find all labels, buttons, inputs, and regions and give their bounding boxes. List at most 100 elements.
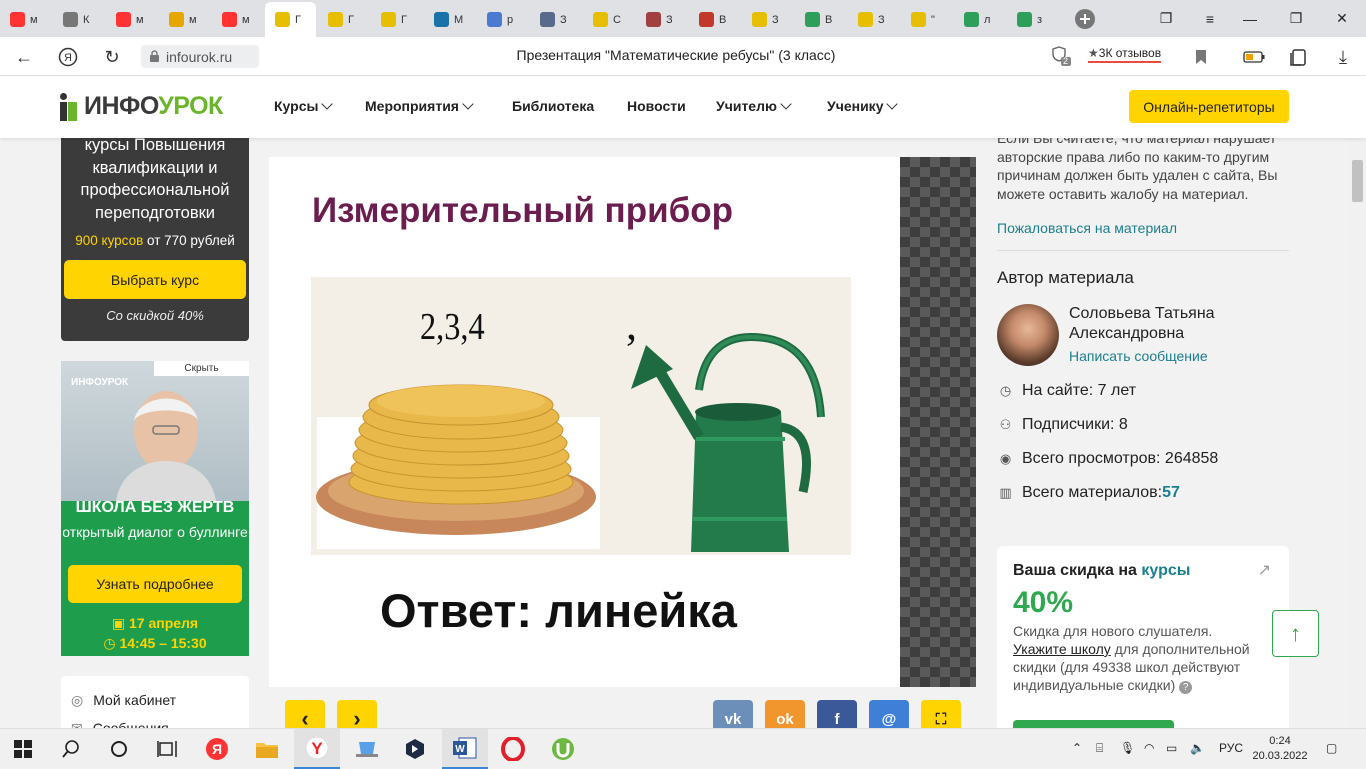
share-ok-button[interactable]: ok xyxy=(765,700,805,728)
battery-icon: ▭ xyxy=(1166,741,1178,755)
menu-item-label: Мой кабинет xyxy=(93,692,177,708)
browser-tab[interactable]: м xyxy=(159,6,210,33)
network-button[interactable]: ◠ xyxy=(1144,741,1154,755)
scrollbar-thumb[interactable] xyxy=(1352,160,1363,202)
specify-school-link[interactable]: Укажите школу xyxy=(1013,641,1111,657)
share-vk-button[interactable]: vk xyxy=(713,700,753,728)
courses-ad[interactable]: курсы Повышения квалификации и профессио… xyxy=(61,138,249,341)
browser-tab[interactable]: " xyxy=(901,6,952,33)
online-tutors-button[interactable]: Онлайн-репетиторы xyxy=(1129,90,1289,123)
discount-card: Ваша скидка на курсы ↗ 40% Скидка для но… xyxy=(997,546,1289,728)
menu-item-cabinet[interactable]: ◎ Мой кабинет xyxy=(71,686,249,714)
external-link-icon[interactable]: ↗ xyxy=(1258,560,1271,580)
taskbar-yandex[interactable]: Я xyxy=(194,729,240,769)
taskbar-app-dark[interactable] xyxy=(392,729,438,769)
browser-tab[interactable]: м xyxy=(0,6,51,33)
nav-teacher[interactable]: Учителю xyxy=(716,98,792,114)
clock-icon: ◷ xyxy=(999,383,1012,398)
start-button[interactable] xyxy=(0,729,46,769)
browser-tab[interactable]: М xyxy=(424,6,475,33)
browser-tab[interactable]: р xyxy=(477,6,528,33)
new-tab-button[interactable] xyxy=(1065,0,1105,37)
browser-tab[interactable]: м xyxy=(106,6,157,33)
bullying-webinar-ad[interactable]: ИНФОУРОК Скрыть ШКОЛА БЕЗ ЖЕРТВ открытый… xyxy=(61,361,249,656)
tabs-overview-button[interactable]: ❐ xyxy=(1146,0,1186,37)
notifications-button[interactable]: ▢ xyxy=(1326,741,1337,755)
nav-library[interactable]: Библиотека xyxy=(512,98,594,114)
help-icon[interactable]: ? xyxy=(1179,681,1193,694)
close-window-button[interactable]: ✕ xyxy=(1322,0,1362,37)
scroll-to-top-button[interactable]: ↑ xyxy=(1272,610,1319,657)
task-view-button[interactable] xyxy=(144,729,190,769)
volume-button[interactable]: 🔈 xyxy=(1190,741,1205,755)
reload-button[interactable]: ↻ xyxy=(99,44,125,70)
menu-item-messages[interactable]: ✉ Сообщения xyxy=(71,714,249,729)
battery-indicator[interactable] xyxy=(1241,44,1267,70)
choose-course-button[interactable]: Выбрать курс xyxy=(64,260,246,299)
discount-action-button[interactable] xyxy=(1013,720,1174,728)
browser-tab[interactable]: Г xyxy=(265,2,316,37)
vertical-scrollbar[interactable] xyxy=(1349,138,1366,728)
reviews-link[interactable]: ★3К отзывов xyxy=(1088,46,1162,63)
materials-count-link[interactable]: 57 xyxy=(1162,484,1180,502)
clock[interactable]: 0:24 20.03.2022 xyxy=(1250,734,1310,764)
taskbar-opera[interactable] xyxy=(490,729,536,769)
search-button[interactable] xyxy=(48,729,94,769)
browser-tab[interactable]: З xyxy=(848,6,899,33)
browser-tab[interactable]: З xyxy=(530,6,581,33)
back-button[interactable]: ← xyxy=(11,44,37,70)
browser-tab[interactable]: м xyxy=(212,6,263,33)
browser-tab[interactable]: л xyxy=(954,6,1005,33)
copy-icon: ❐ xyxy=(1159,10,1173,26)
download-button[interactable]: ⤓ xyxy=(1330,44,1356,70)
browser-tab[interactable]: В xyxy=(689,6,740,33)
write-message-link[interactable]: Написать сообщение xyxy=(1069,348,1289,364)
author-name[interactable]: Соловьева Татьяна Александровна xyxy=(1069,304,1289,344)
nav-news[interactable]: Новости xyxy=(627,98,686,114)
complaint-link[interactable]: Пожаловаться на материал xyxy=(997,220,1289,236)
browser-tab[interactable]: Г xyxy=(318,6,369,33)
nav-student[interactable]: Ученику xyxy=(827,98,899,114)
bookmark-button[interactable] xyxy=(1188,44,1214,70)
protect-button[interactable]: 2 xyxy=(1050,45,1072,67)
tray-app-icon[interactable]: ⌸ xyxy=(1096,741,1103,756)
avatar[interactable] xyxy=(997,304,1059,366)
browser-tab[interactable]: з xyxy=(1007,6,1058,33)
battery-button[interactable]: ▭ xyxy=(1166,741,1177,755)
site-logo[interactable]: ИНФОУРОК xyxy=(60,92,223,121)
taskbar-explorer[interactable] xyxy=(244,729,290,769)
nav-courses[interactable]: Курсы xyxy=(274,98,334,114)
url-field[interactable]: infourok.ru xyxy=(141,45,259,68)
prev-slide-button[interactable]: ‹ xyxy=(285,700,325,728)
taskbar-word[interactable]: W xyxy=(442,729,488,769)
share-mail-button[interactable]: @ xyxy=(869,700,909,728)
taskbar-yandex-browser[interactable]: Y xyxy=(294,729,340,769)
browser-tab[interactable]: К xyxy=(53,6,104,33)
browser-tab[interactable]: З xyxy=(636,6,687,33)
browser-tab[interactable]: С xyxy=(583,6,634,33)
language-indicator[interactable]: РУС xyxy=(1219,741,1243,755)
microphone-button[interactable]: 🎙 xyxy=(1120,741,1135,755)
restore-button[interactable]: ❐ xyxy=(1276,0,1316,37)
cortana-button[interactable] xyxy=(96,729,142,769)
taskbar-laptop-app[interactable] xyxy=(344,729,390,769)
tray-expand-button[interactable]: ⌃ xyxy=(1072,741,1082,755)
fullscreen-button[interactable]: ⛶ xyxy=(921,700,961,728)
browser-tab-label: В xyxy=(825,13,833,26)
opera-icon xyxy=(501,737,525,761)
menu-button[interactable]: ≡ xyxy=(1190,0,1230,37)
next-slide-button[interactable]: › xyxy=(337,700,377,728)
courses-link[interactable]: курсы xyxy=(1141,562,1190,579)
browser-tab[interactable]: Г xyxy=(371,6,422,33)
taskbar-utorrent[interactable] xyxy=(540,729,586,769)
user-icon: ◎ xyxy=(71,691,84,708)
nav-events[interactable]: Мероприятия xyxy=(365,98,474,114)
learn-more-button[interactable]: Узнать подробнее xyxy=(68,565,242,603)
hide-ad-button[interactable]: Скрыть xyxy=(154,361,249,376)
browser-tab[interactable]: В xyxy=(795,6,846,33)
share-facebook-button[interactable]: f xyxy=(817,700,857,728)
minimize-button[interactable]: — xyxy=(1230,0,1270,37)
browser-tab[interactable]: З xyxy=(742,6,793,33)
collections-button[interactable] xyxy=(1286,44,1312,70)
yandex-button[interactable]: Я xyxy=(55,44,81,70)
